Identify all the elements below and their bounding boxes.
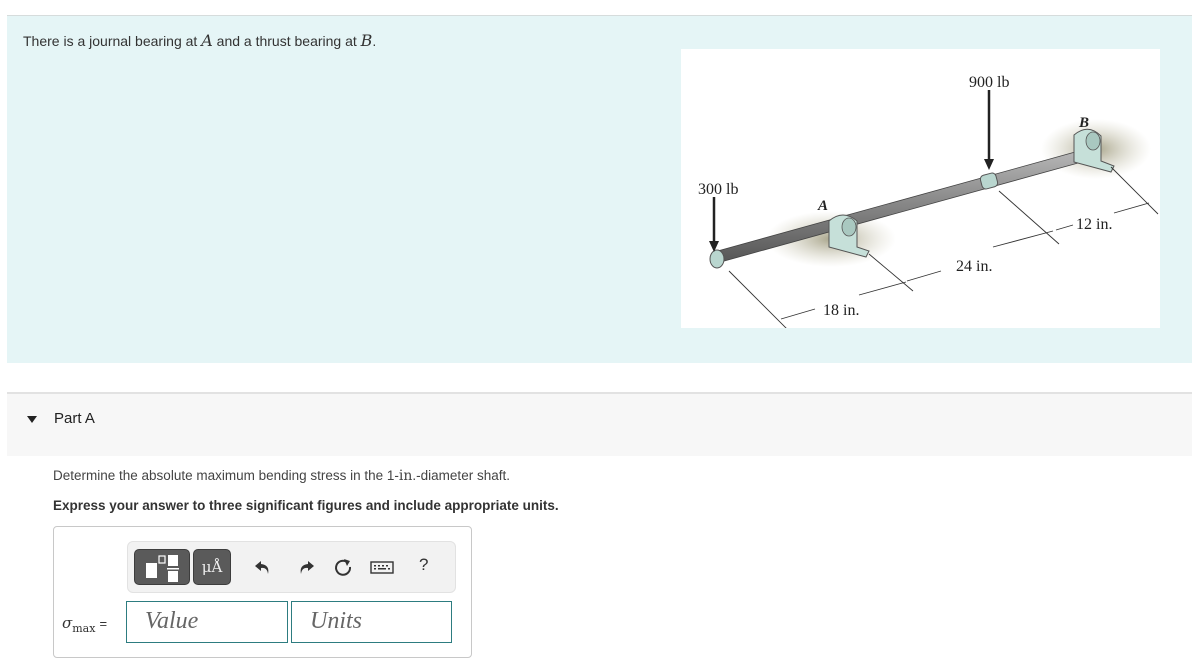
question-text: Determine the absolute maximum bending s… xyxy=(53,468,510,484)
templates-icon xyxy=(146,555,179,582)
keyboard-button[interactable] xyxy=(370,556,394,578)
help-button[interactable]: ? xyxy=(419,555,428,575)
load-arrow-900 xyxy=(984,90,994,170)
load-label-900: 900 lb xyxy=(969,74,1009,91)
load-label-300: 300 lb xyxy=(698,181,738,198)
answer-instruction: Express your answer to three significant… xyxy=(53,498,559,513)
dimension-label-24: 24 in. xyxy=(956,258,992,275)
collapse-caret-icon[interactable] xyxy=(27,416,37,423)
units-icon: μÅ xyxy=(201,558,223,576)
redo-icon xyxy=(300,561,314,574)
math-toolbar: μÅ ? xyxy=(127,541,456,593)
problem-statement: There is a journal bearing at A and a th… xyxy=(23,31,377,50)
part-title: Part A xyxy=(54,410,95,427)
bearing-b-symbol: B xyxy=(360,31,373,50)
reset-icon xyxy=(335,559,352,576)
units-button[interactable]: μÅ xyxy=(193,549,231,585)
reset-button[interactable] xyxy=(332,556,354,578)
bearing-a-symbol: A xyxy=(201,31,213,50)
shaft-figure: 300 lb 900 lb A B 18 in. 24 in. 12 in. xyxy=(681,49,1160,328)
answer-variable-label: σmax = xyxy=(62,614,108,635)
redo-button[interactable] xyxy=(295,556,317,578)
undo-button[interactable] xyxy=(252,556,274,578)
dimension-label-12: 12 in. xyxy=(1076,216,1112,233)
bearing-label-a: A xyxy=(817,198,828,214)
units-input[interactable]: Units xyxy=(291,601,452,643)
bearing-label-b: B xyxy=(1078,115,1089,131)
value-input[interactable]: Value xyxy=(126,601,288,643)
keyboard-icon xyxy=(370,561,394,574)
templates-button[interactable] xyxy=(134,549,190,585)
shaft-end-collar xyxy=(709,249,725,269)
shaft xyxy=(713,148,1090,264)
part-a-header[interactable]: Part A xyxy=(7,392,1192,456)
dimension-label-18: 18 in. xyxy=(823,302,859,319)
undo-icon xyxy=(255,561,269,574)
load-collar xyxy=(979,172,999,190)
load-arrow-300 xyxy=(709,197,719,252)
answer-box: μÅ ? σmax = Value Units xyxy=(53,526,472,658)
